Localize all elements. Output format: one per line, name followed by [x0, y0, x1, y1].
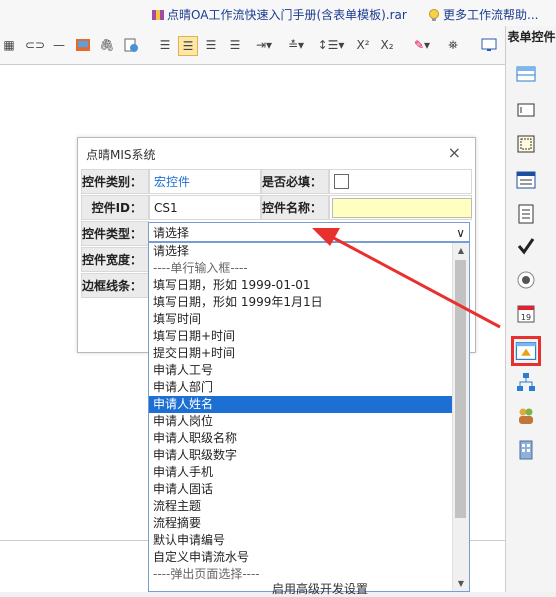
dropdown-option[interactable]: 提交日期+时间 — [149, 345, 469, 362]
controls-sidebar: 表单控件 19 — [505, 26, 556, 592]
textarea-control-icon[interactable] — [516, 134, 536, 154]
radio-control-icon[interactable] — [516, 270, 536, 290]
org-chart-control-icon[interactable] — [516, 372, 536, 392]
dropdown-option[interactable]: 填写日期，形如 1999年1月1日 — [149, 294, 469, 311]
preview-icon[interactable] — [480, 36, 498, 54]
dropdown-option[interactable]: 申请人姓名 — [149, 396, 469, 413]
control-type-select-value: 请选择 — [153, 226, 190, 240]
link-icon[interactable]: ⊂⊃ — [25, 36, 45, 54]
option-group-label: ----单行输入框---- — [153, 261, 248, 275]
svg-text:19: 19 — [521, 313, 531, 322]
dropdown-option[interactable]: 请选择 — [149, 243, 469, 260]
dropdown-option[interactable]: 填写日期+时间 — [149, 328, 469, 345]
control-type-select[interactable]: 请选择 ∨ — [148, 222, 470, 242]
control-width-label: 控件宽度： — [81, 247, 149, 272]
dropdown-option[interactable]: 申请人部门 — [149, 379, 469, 396]
dropdown-scrollbar[interactable]: ▲ ▼ — [452, 243, 469, 591]
image-icon[interactable] — [74, 36, 92, 54]
control-category-label: 控件类别： — [81, 169, 149, 194]
required-label: 是否必填： — [261, 169, 329, 194]
superscript-icon[interactable]: X² — [354, 36, 372, 54]
document-control-icon[interactable] — [516, 204, 536, 224]
dialog-title: 点晴MIS系统 — [86, 148, 156, 162]
row-category: 控件类别： 宏控件 是否必填： — [81, 168, 472, 195]
dropdown-option[interactable]: 申请人固话 — [149, 481, 469, 498]
building-control-icon[interactable] — [516, 440, 536, 460]
special-char-icon[interactable] — [122, 36, 140, 54]
required-cell — [329, 169, 472, 194]
scroll-down-icon[interactable]: ▼ — [453, 576, 469, 591]
manual-download-label: 点晴OA工作流快速入门手册(含表单模板).rar — [167, 8, 407, 22]
control-category-value: 宏控件 — [149, 169, 261, 194]
listbox-control-icon[interactable] — [516, 170, 536, 190]
sidebar-title: 表单控件 — [507, 30, 556, 44]
subscript-icon[interactable]: X₂ — [378, 36, 396, 54]
required-checkbox[interactable] — [334, 174, 349, 189]
macro-control-icon[interactable] — [511, 336, 541, 366]
lightbulb-icon — [429, 9, 439, 21]
calendar-control-icon[interactable]: 19 — [516, 304, 536, 324]
attachment-icon[interactable]: 🖇 — [98, 36, 116, 54]
scrollbar-thumb[interactable] — [455, 260, 466, 518]
align-center-icon[interactable]: ☰ — [202, 36, 220, 54]
control-type-label: 控件类型： — [81, 221, 149, 246]
option-list: 请选择 ----单行输入框---- 填写日期，形如 1999-01-01 填写日期，形… — [149, 243, 469, 583]
dropdown-option[interactable]: 申请人职级数字 — [149, 447, 469, 464]
dropdown-option[interactable]: 申请人手机 — [149, 464, 469, 481]
paragraph-dropdown-icon[interactable]: ≛▾ — [284, 36, 308, 54]
row-id: 控件ID： CS1 控件名称： — [81, 194, 472, 221]
checkbox-control-icon[interactable] — [516, 236, 536, 256]
more-help-link[interactable]: 更多工作流帮助... — [428, 6, 538, 23]
border-label: 边框线条： — [81, 273, 149, 298]
chevron-down-icon: ∨ — [456, 226, 465, 240]
scroll-up-icon[interactable]: ▲ — [453, 243, 469, 258]
dropdown-option[interactable]: 申请人岗位 — [149, 413, 469, 430]
indent-dropdown-icon[interactable]: ⇥▾ — [252, 36, 276, 54]
dropdown-option[interactable]: 填写日期，形如 1999-01-01 — [149, 277, 469, 294]
binoculars-icon[interactable]: ⛯ — [444, 36, 462, 54]
table-icon[interactable]: ▦ — [0, 36, 18, 54]
align-left-active-icon[interactable]: ☰ — [178, 36, 198, 56]
users-control-icon[interactable] — [516, 406, 536, 426]
top-bar: 点晴OA工作流快速入门手册(含表单模板).rar 更多工作流帮助... — [0, 0, 556, 27]
control-id-value: CS1 — [149, 195, 261, 220]
control-type-dropdown[interactable]: 请选择 ----单行输入框---- 填写日期，形如 1999-01-01 填写日期，形… — [148, 242, 470, 592]
control-id-label: 控件ID： — [81, 195, 149, 220]
dropdown-option[interactable]: 申请人职级名称 — [149, 430, 469, 447]
table-control-icon[interactable] — [516, 64, 536, 84]
control-name-input[interactable] — [332, 198, 472, 218]
control-name-label: 控件名称： — [261, 195, 329, 220]
more-help-label: 更多工作流帮助... — [443, 8, 539, 22]
advanced-settings-text: 启用高级开发设置 — [272, 582, 369, 596]
editor-toolbar: ▦ ⊂⊃ — 🖇 ☰ ☰ ☰ ☰ ⇥▾ ≛▾ ↕☰▾ X² X₂ ✎ ▾ ⛯ — [0, 26, 505, 65]
line-height-dropdown-icon[interactable]: ↕☰▾ — [318, 36, 345, 54]
close-icon[interactable]: × — [448, 143, 461, 162]
dropdown-option[interactable]: 默认申请编号 — [149, 532, 469, 549]
dropdown-option[interactable]: 自定义申请流水号 — [149, 549, 469, 566]
magic-wand-icon[interactable]: ✎ ▾ — [410, 36, 434, 54]
textbox-control-icon[interactable] — [516, 100, 536, 120]
dropdown-option[interactable]: 申请人工号 — [149, 362, 469, 379]
align-left-icon[interactable]: ☰ — [156, 36, 174, 54]
dropdown-option[interactable]: 流程主题 — [149, 498, 469, 515]
horizontal-line-icon[interactable]: — — [50, 36, 68, 54]
archive-icon — [152, 10, 164, 20]
align-right-icon[interactable]: ☰ — [226, 36, 244, 54]
dropdown-option[interactable]: 填写时间 — [149, 311, 469, 328]
dropdown-option[interactable]: 流程摘要 — [149, 515, 469, 532]
manual-download-link[interactable]: 点晴OA工作流快速入门手册(含表单模板).rar — [152, 6, 407, 23]
control-name-cell — [329, 195, 472, 220]
